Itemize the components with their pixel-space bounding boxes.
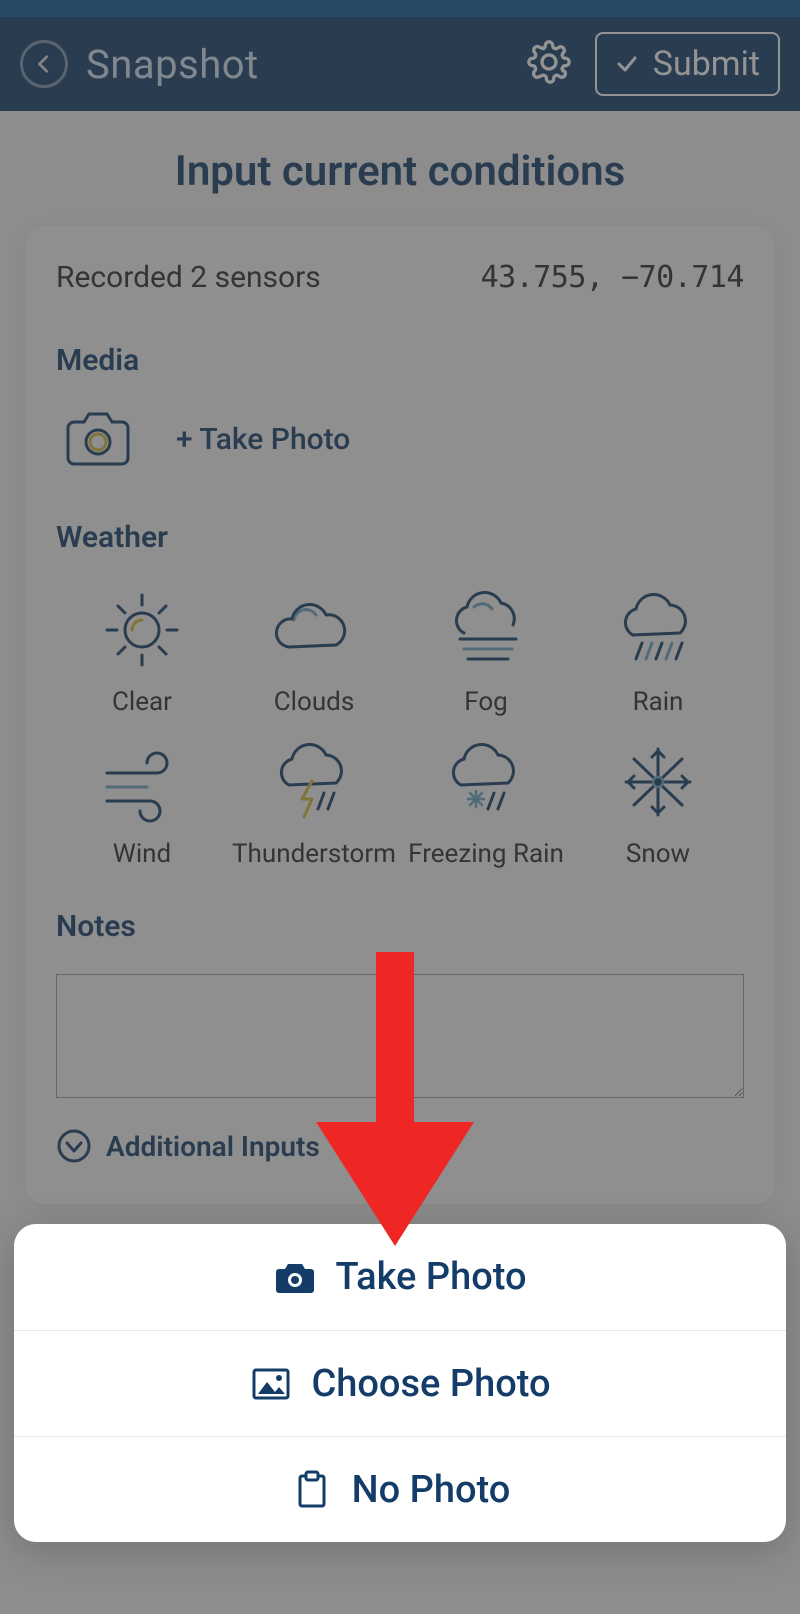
camera-icon	[273, 1255, 317, 1299]
sheet-item-label: No Photo	[352, 1468, 511, 1512]
photo-action-sheet: Take Photo Choose Photo No Photo	[14, 1224, 786, 1542]
sheet-item-label: Take Photo	[335, 1255, 526, 1299]
sheet-take-photo[interactable]: Take Photo	[14, 1224, 786, 1330]
sheet-no-photo[interactable]: No Photo	[14, 1436, 786, 1542]
sheet-choose-photo[interactable]: Choose Photo	[14, 1330, 786, 1436]
clipboard-icon	[290, 1468, 334, 1512]
image-icon	[249, 1362, 293, 1406]
sheet-item-label: Choose Photo	[311, 1362, 550, 1406]
